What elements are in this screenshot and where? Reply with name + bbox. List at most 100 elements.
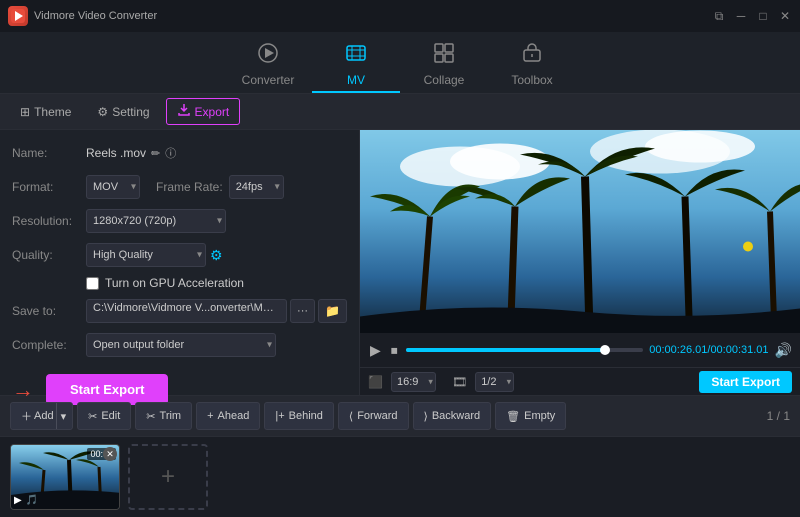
film-audio-icon[interactable]: 🎵 (26, 495, 38, 506)
time-current: 00:00:26.01 (649, 344, 707, 356)
behind-btn[interactable]: |+ Behind (264, 402, 334, 430)
export-label: Export (195, 105, 230, 119)
film-close-btn[interactable]: ✕ (103, 447, 117, 461)
save-to-row: Save to: C:\Vidmore\Vidmore V...onverter… (12, 298, 347, 324)
close-btn[interactable]: ✕ (778, 9, 792, 23)
film-clip-1[interactable]: ✕ 00:31 ▶ 🎵 (10, 444, 120, 510)
format-select-wrap: MOV MP4 AVI (86, 175, 140, 199)
film-play-icon[interactable]: ▶ (14, 495, 22, 506)
video-secondary: ⬛ 16:9 4:3 1:1 🎞 1/2 2/2 Start Export (360, 367, 800, 395)
resolution-row: Resolution: 1280x720 (720p) 1920x1080 (1… (12, 208, 347, 234)
complete-select[interactable]: Open output folder Do nothing (86, 333, 276, 357)
clip-select[interactable]: 1/2 2/2 (475, 372, 514, 392)
collage-icon (433, 42, 455, 69)
framerate-label: Frame Rate: (156, 180, 223, 194)
empty-label: Empty (524, 410, 555, 422)
resolution-select-wrap: 1280x720 (720p) 1920x1080 (1080p) (86, 209, 226, 233)
export-btn[interactable]: Export (166, 98, 241, 125)
tab-toolbox[interactable]: Toolbox (488, 37, 576, 93)
complete-row: Complete: Open output folder Do nothing (12, 332, 347, 358)
backward-btn[interactable]: ⟩ Backward (413, 402, 492, 430)
forward-icon: ⟨ (349, 410, 353, 423)
stop-btn[interactable]: ⏹ (389, 340, 400, 361)
play-btn[interactable]: ▶ (368, 340, 383, 361)
trim-btn[interactable]: ✂ Trim (135, 402, 192, 430)
gpu-label: Turn on GPU Acceleration (105, 276, 244, 290)
name-row: Name: Reels .mov ✏ ⓘ (12, 140, 347, 166)
tab-toolbox-label: Toolbox (511, 73, 552, 87)
progress-bar[interactable] (406, 348, 643, 352)
quality-label: Quality: (12, 248, 86, 262)
title-bar-left: Vidmore Video Converter (8, 6, 157, 26)
tab-collage-label: Collage (424, 73, 465, 87)
start-export-area: → Start Export (12, 374, 347, 405)
behind-label: Behind (289, 410, 323, 422)
resolution-label: Resolution: (12, 214, 86, 228)
format-select[interactable]: MOV MP4 AVI (86, 175, 140, 199)
video-preview (360, 130, 800, 333)
name-text: Reels .mov (86, 146, 146, 160)
quality-settings-icon[interactable]: ⚙ (210, 247, 223, 264)
setting-btn[interactable]: ⚙ Setting (87, 101, 159, 123)
trim-label: Trim (160, 410, 182, 422)
info-icon[interactable]: ⓘ (165, 145, 176, 161)
app-title: Vidmore Video Converter (34, 10, 157, 22)
page-count: 1 / 1 (767, 409, 790, 423)
tab-mv[interactable]: MV (312, 37, 400, 93)
theme-label: Theme (34, 105, 71, 119)
theme-btn[interactable]: ⊞ Theme (10, 101, 81, 123)
framerate-select-wrap: 24fps 30fps 60fps (229, 175, 284, 199)
tab-converter[interactable]: Converter (224, 37, 312, 93)
format-label: Format: (12, 180, 86, 194)
setting-label: Setting (112, 105, 149, 119)
tab-collage[interactable]: Collage (400, 37, 488, 93)
folder-btn[interactable]: 📁 (318, 299, 347, 323)
trim-icon: ✂ (146, 410, 155, 423)
edit-btn[interactable]: ✂ Edit (77, 402, 131, 430)
start-export-right-btn[interactable]: Start Export (699, 371, 792, 393)
start-export-button[interactable]: Start Export (46, 374, 168, 405)
framerate-select[interactable]: 24fps 30fps 60fps (229, 175, 284, 199)
add-clip-btn[interactable]: + (128, 444, 208, 510)
behind-icon: |+ (275, 410, 284, 422)
edit-label: Edit (101, 410, 120, 422)
restore-btn[interactable]: ⧉ (712, 9, 726, 23)
backward-icon: ⟩ (424, 410, 428, 423)
quality-select[interactable]: High Quality Medium Quality (86, 243, 206, 267)
toolbox-icon (521, 42, 543, 69)
name-label: Name: (12, 146, 86, 160)
add-btn-group: ＋ Add ▾ (10, 402, 73, 430)
add-icon: ＋ (21, 408, 32, 424)
edit-icon[interactable]: ✏ (151, 147, 160, 160)
gpu-row: Turn on GPU Acceleration (12, 276, 347, 290)
empty-btn[interactable]: 🗑 Empty (495, 402, 566, 430)
add-caret[interactable]: ▾ (56, 403, 67, 429)
ahead-icon: + (207, 410, 213, 422)
export-icon (177, 103, 191, 120)
complete-select-wrap: Open output folder Do nothing (86, 333, 276, 357)
gpu-checkbox[interactable] (86, 277, 99, 290)
ahead-btn[interactable]: + Ahead (196, 402, 260, 430)
clip-icon: 🎞 (452, 375, 467, 389)
forward-label: Forward (357, 410, 397, 422)
complete-label: Complete: (12, 338, 86, 352)
volume-icon[interactable]: 🔊 (775, 342, 792, 359)
resolution-select[interactable]: 1280x720 (720p) 1920x1080 (1080p) (86, 209, 226, 233)
bottom-toolbar: ＋ Add ▾ ✂ Edit ✂ Trim + Ahead |+ Behind … (0, 395, 800, 437)
minimize-btn[interactable]: ─ (734, 9, 748, 23)
sub-toolbar: ⊞ Theme ⚙ Setting Export (0, 94, 800, 130)
progress-fill (406, 348, 605, 352)
trash-icon: 🗑 (506, 410, 520, 423)
title-bar-controls: ⧉ ─ □ ✕ (712, 9, 792, 23)
add-clip-icon: + (161, 463, 175, 491)
ratio-select[interactable]: 16:9 4:3 1:1 (391, 372, 436, 392)
dots-btn[interactable]: ··· (290, 299, 315, 323)
forward-btn[interactable]: ⟨ Forward (338, 402, 409, 430)
add-label[interactable]: Add (34, 410, 54, 422)
right-panel: ▶ ⏹ 00:00:26.01/00:00:31.01 🔊 ⬛ 16:9 4:3… (360, 130, 800, 395)
content-area: Name: Reels .mov ✏ ⓘ Format: MOV MP4 AVI… (0, 130, 800, 395)
edit-icon: ✂ (88, 410, 97, 423)
maximize-btn[interactable]: □ (756, 9, 770, 23)
ahead-label: Ahead (218, 410, 250, 422)
backward-label: Backward (432, 410, 480, 422)
